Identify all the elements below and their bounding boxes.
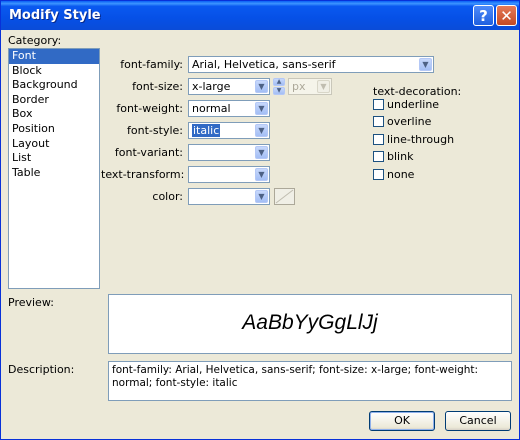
- blink-checkbox[interactable]: [373, 151, 384, 162]
- preview-sample-text: AaBbYyGgLlJj: [242, 311, 378, 334]
- category-item-font[interactable]: Font: [9, 49, 99, 64]
- modify-style-dialog: Modify Style ? ✕ Category: Font Block Ba…: [0, 0, 520, 440]
- chevron-down-icon[interactable]: ▼: [317, 80, 330, 93]
- text-decoration-label: text-decoration:: [373, 85, 462, 98]
- category-item-table[interactable]: Table: [9, 166, 99, 181]
- help-button[interactable]: ?: [473, 5, 494, 26]
- color-select[interactable]: ▼: [188, 188, 270, 205]
- title-bar[interactable]: Modify Style ? ✕: [1, 1, 519, 30]
- category-item-border[interactable]: Border: [9, 93, 99, 108]
- cancel-button[interactable]: Cancel: [445, 411, 511, 431]
- font-size-unit-value: px: [292, 80, 306, 93]
- font-style-label: font-style:: [127, 124, 183, 137]
- font-family-label: font-family:: [120, 58, 183, 71]
- no-color-icon: [275, 189, 294, 204]
- overline-checkbox[interactable]: [373, 116, 384, 127]
- font-size-spinner[interactable]: ▲ ▼: [273, 78, 285, 95]
- decoration-line-through[interactable]: line-through: [373, 133, 454, 146]
- font-variant-label: font-variant:: [114, 146, 183, 159]
- none-label: none: [387, 168, 415, 181]
- chevron-down-icon[interactable]: ▼: [419, 58, 432, 71]
- font-style-value: italic: [192, 124, 221, 137]
- spin-down-icon[interactable]: ▼: [273, 87, 285, 95]
- none-checkbox[interactable]: [373, 169, 384, 180]
- font-size-value: x-large: [192, 80, 231, 93]
- chevron-down-icon[interactable]: ▼: [255, 102, 268, 115]
- overline-label: overline: [387, 115, 432, 128]
- font-size-unit-select[interactable]: px ▼: [288, 78, 332, 95]
- font-weight-value: normal: [192, 102, 231, 115]
- decoration-overline[interactable]: overline: [373, 115, 431, 128]
- ok-button[interactable]: OK: [369, 411, 435, 431]
- category-item-list[interactable]: List: [9, 151, 99, 166]
- line-through-checkbox[interactable]: [373, 134, 384, 145]
- decoration-underline[interactable]: underline: [373, 98, 439, 111]
- text-transform-select[interactable]: ▼: [188, 166, 270, 183]
- close-button[interactable]: ✕: [496, 5, 517, 26]
- preview-label: Preview:: [8, 296, 54, 309]
- category-item-block[interactable]: Block: [9, 64, 99, 79]
- chevron-down-icon[interactable]: ▼: [255, 146, 268, 159]
- spin-up-icon[interactable]: ▲: [273, 78, 285, 86]
- decoration-blink[interactable]: blink: [373, 150, 413, 163]
- color-picker-button[interactable]: [274, 188, 295, 205]
- font-family-select[interactable]: Arial, Helvetica, sans-serif ▼: [188, 56, 434, 73]
- chevron-down-icon[interactable]: ▼: [255, 124, 268, 137]
- font-size-select[interactable]: x-large ▼: [188, 78, 270, 95]
- category-item-background[interactable]: Background: [9, 78, 99, 93]
- font-size-label: font-size:: [132, 80, 183, 93]
- category-label: Category:: [8, 34, 62, 47]
- category-item-layout[interactable]: Layout: [9, 137, 99, 152]
- category-item-box[interactable]: Box: [9, 107, 99, 122]
- decoration-none[interactable]: none: [373, 168, 414, 181]
- underline-label: underline: [387, 98, 440, 111]
- window-title: Modify Style: [9, 8, 101, 23]
- description-box: font-family: Arial, Helvetica, sans-seri…: [108, 361, 512, 401]
- chevron-down-icon[interactable]: ▼: [255, 80, 268, 93]
- description-label: Description:: [8, 363, 75, 376]
- blink-label: blink: [387, 150, 414, 163]
- underline-checkbox[interactable]: [373, 99, 384, 110]
- preview-panel: AaBbYyGgLlJj: [108, 294, 512, 354]
- chevron-down-icon[interactable]: ▼: [255, 168, 268, 181]
- category-item-position[interactable]: Position: [9, 122, 99, 137]
- font-weight-select[interactable]: normal ▼: [188, 100, 270, 117]
- font-weight-label: font-weight:: [116, 102, 183, 115]
- font-family-value: Arial, Helvetica, sans-serif: [192, 58, 336, 71]
- category-list[interactable]: Font Block Background Border Box Positio…: [8, 48, 100, 289]
- chevron-down-icon[interactable]: ▼: [255, 190, 268, 203]
- line-through-label: line-through: [387, 133, 455, 146]
- text-transform-label: text-transform:: [101, 168, 185, 181]
- font-style-select[interactable]: italic ▼: [188, 122, 270, 139]
- color-label: color:: [152, 190, 183, 203]
- font-variant-select[interactable]: ▼: [188, 144, 270, 161]
